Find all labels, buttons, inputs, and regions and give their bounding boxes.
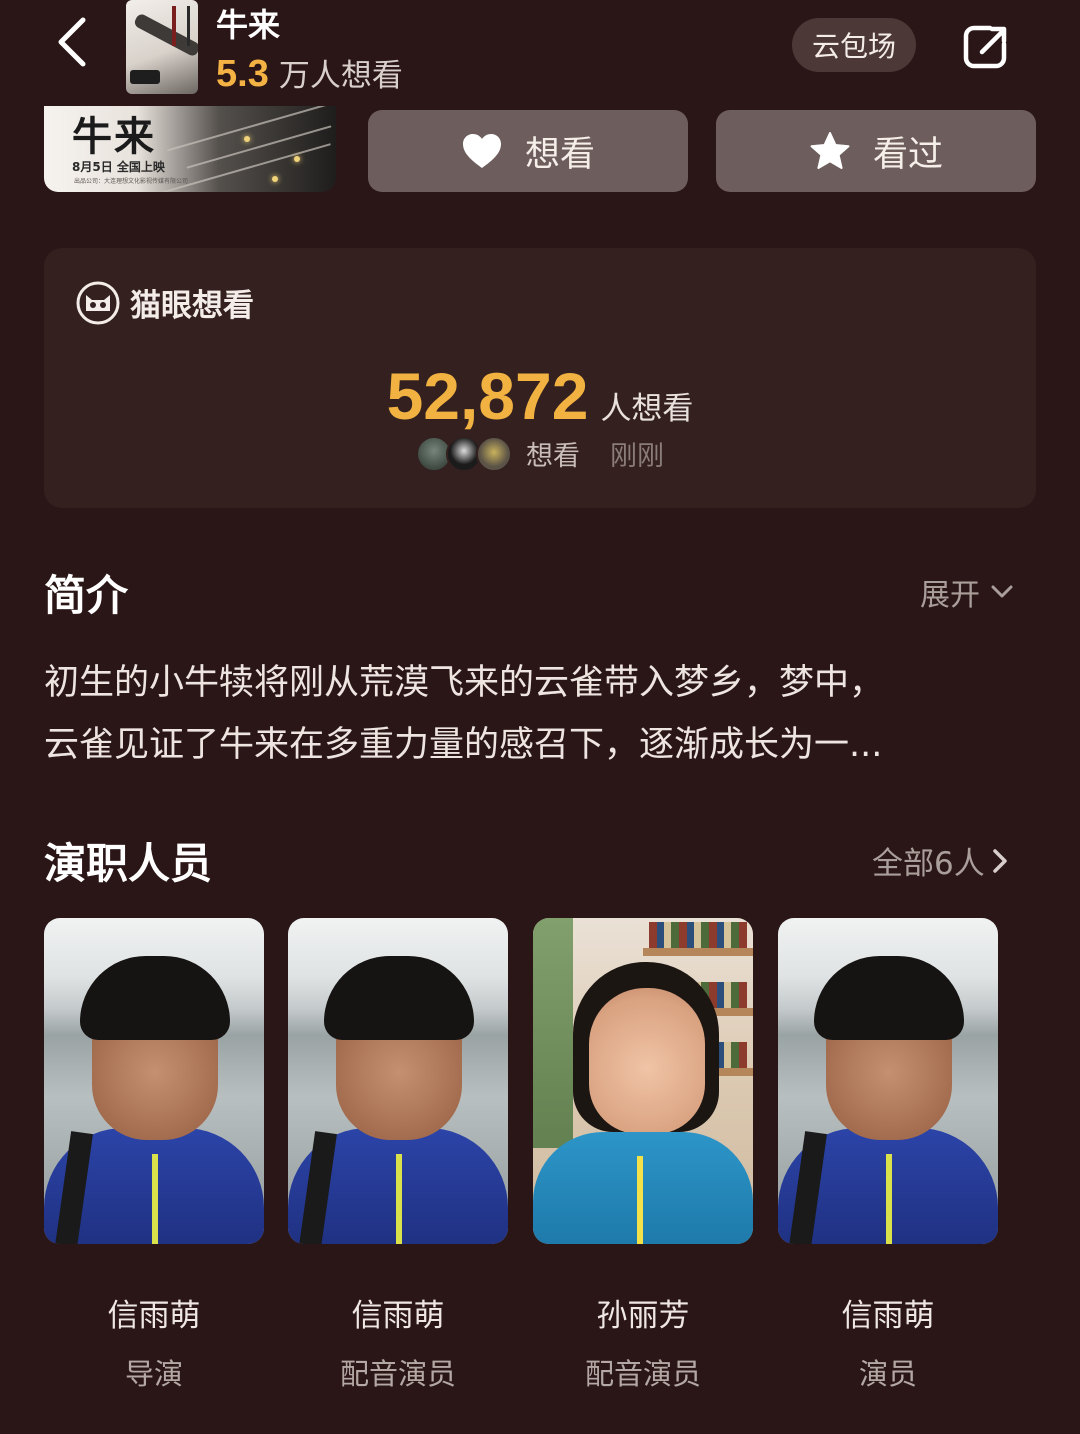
want-summary: 5.3 万人想看 <box>216 50 403 96</box>
avatar-stack <box>416 435 512 472</box>
cast-name: 信雨萌 <box>351 1298 445 1334</box>
recent-want-label: 想看 <box>526 441 580 472</box>
want-total-count: 52,872 <box>386 359 589 433</box>
movie-detail-page: 牛来 5.3 万人想看 云包场 牛来 8月5日 全国上映 出品公司：大连理想文化… <box>0 0 1080 1434</box>
cast-name: 孙丽芳 <box>596 1298 690 1334</box>
recent-want-time: 刚刚 <box>610 441 664 472</box>
share-icon <box>963 25 1007 69</box>
want-unit: 万人想看 <box>278 58 403 94</box>
cast-photo <box>778 918 998 1244</box>
mini-poster-thumbnail[interactable] <box>126 0 198 94</box>
back-button[interactable] <box>44 12 100 72</box>
cast-role: 配音演员 <box>584 1357 701 1391</box>
chevron-right-icon <box>992 848 1007 873</box>
cast-name: 信雨萌 <box>107 1298 201 1334</box>
want-total-row: 52,872 人想看 <box>44 358 1036 434</box>
cast-role: 导演 <box>124 1357 183 1391</box>
cast-photo <box>44 918 264 1244</box>
movie-title: 牛来 <box>216 6 281 44</box>
star-icon <box>810 132 850 169</box>
chevron-down-icon <box>991 585 1013 598</box>
cast-photo <box>533 918 753 1244</box>
cast-name: 信雨萌 <box>841 1298 935 1334</box>
cast-card[interactable]: 信雨萌 配音演员 <box>288 918 508 1393</box>
cast-card[interactable]: 孙丽芳 配音演员 <box>533 918 753 1393</box>
maoyan-header: 猫眼想看 <box>76 280 254 325</box>
cast-photo <box>288 918 508 1244</box>
watched-button[interactable]: 看过 <box>716 110 1036 192</box>
all-cast-label: 全部6人 <box>872 846 985 882</box>
intro-line: 初生的小牛犊将刚从荒漠飞来的云雀带入梦乡，梦中， <box>44 663 885 703</box>
want-count: 5.3 <box>216 53 269 95</box>
want-total-unit: 人想看 <box>600 391 694 427</box>
cast-section-title: 演职人员 <box>44 839 213 888</box>
seen-button-label: 看过 <box>872 134 943 175</box>
all-cast-link[interactable]: 全部6人 <box>872 838 1009 883</box>
share-button[interactable] <box>956 18 1014 76</box>
maoyan-want-card: 猫眼想看 52,872 人想看 想看 刚刚 <box>44 248 1036 508</box>
cast-role: 演员 <box>858 1357 917 1391</box>
heart-icon <box>462 134 501 168</box>
intro-text: 初生的小牛犊将刚从荒漠飞来的云雀带入梦乡，梦中， 云雀见证了牛来在多重力量的感召… <box>44 652 1036 776</box>
top-bar: 牛来 5.3 万人想看 云包场 <box>0 0 1080 100</box>
movie-poster[interactable]: 牛来 8月5日 全国上映 出品公司：大连理想文化影视传媒有限公司 <box>44 106 336 192</box>
poster-fine-print: 出品公司：大连理想文化影视传媒有限公司 <box>74 178 189 185</box>
cast-card[interactable]: 信雨萌 导演 <box>44 918 264 1393</box>
want-button-label: 想看 <box>524 134 595 175</box>
intro-expand-button[interactable]: 展开 <box>920 570 1014 614</box>
intro-section-title: 简介 <box>44 571 129 620</box>
cast-card[interactable]: 信雨萌 演员 <box>778 918 998 1393</box>
poster-title: 牛来 <box>72 113 156 160</box>
chevron-left-icon <box>58 17 86 67</box>
cloud-booking-button[interactable]: 云包场 <box>792 18 916 72</box>
want-to-watch-button[interactable]: 想看 <box>368 110 688 192</box>
intro-line: 云雀见证了牛来在多重力量的感召下，逐渐成长为一... <box>44 725 883 765</box>
expand-label: 展开 <box>920 578 980 613</box>
maoyan-title: 猫眼想看 <box>130 288 254 324</box>
cat-logo-icon <box>76 281 120 324</box>
avatar <box>476 435 512 472</box>
poster-release-date: 8月5日 全国上映 <box>72 160 165 174</box>
cast-role: 配音演员 <box>339 1357 456 1391</box>
recent-wanters-row: 想看 刚刚 <box>44 434 1036 473</box>
